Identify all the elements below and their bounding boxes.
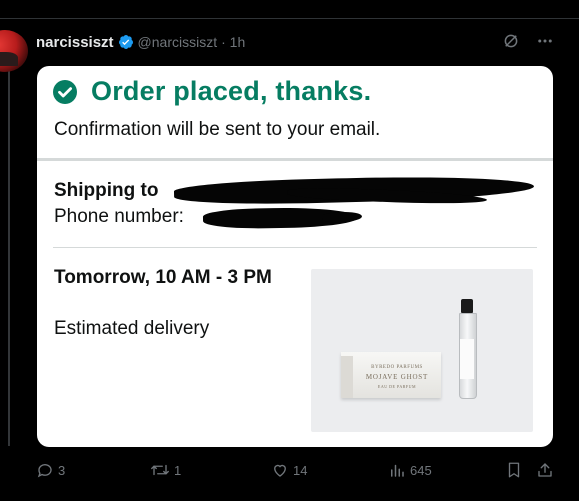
share-icon [538, 463, 552, 477]
perfume-vial [459, 299, 477, 399]
delivery-caption: Estimated delivery [54, 318, 210, 339]
like-count: 14 [293, 462, 308, 478]
previous-tweet-edge [0, 0, 579, 10]
reply-icon [37, 464, 52, 478]
order-title-row: Order placed, thanks. [53, 76, 371, 107]
timestamp[interactable]: · 1h [221, 34, 245, 50]
reply-button[interactable]: 3 [36, 461, 65, 479]
repost-count: 1 [174, 462, 182, 478]
redaction-mark [321, 210, 363, 224]
display-name[interactable]: narcissiszt [36, 34, 114, 51]
header-actions [501, 31, 555, 51]
view-count: 645 [410, 462, 432, 478]
views-button[interactable]: 645 [388, 461, 432, 479]
reply-count: 3 [58, 462, 66, 478]
avatar[interactable] [0, 30, 28, 72]
grok-icon[interactable] [501, 31, 521, 51]
bookmark-button[interactable] [505, 461, 523, 479]
phone-label: Phone number: [54, 206, 184, 227]
tweet-divider [0, 18, 579, 19]
heart-icon [274, 464, 286, 477]
tweet-header: narcissiszt @narcissiszt · 1h [36, 32, 245, 52]
product-name: MOJAVE GHOST [365, 373, 429, 381]
product-type: EAU DE PARFUM [377, 384, 417, 389]
order-title: Order placed, thanks. [91, 76, 372, 106]
tweet-actions: 3 1 14 645 [0, 459, 579, 485]
repost-icon [151, 464, 169, 476]
divider [53, 247, 537, 248]
verified-badge-icon [118, 34, 134, 50]
like-button[interactable]: 14 [271, 461, 307, 479]
shipping-label: Shipping to [54, 180, 159, 201]
thread-line [8, 66, 10, 446]
handle[interactable]: @narcissiszt [138, 34, 218, 50]
product-image: BYREDO PARFUMS MOJAVE GHOST EAU DE PARFU… [311, 269, 533, 432]
views-icon [391, 464, 404, 477]
check-circle-icon [53, 79, 77, 104]
bookmark-icon [508, 462, 520, 478]
repost-button[interactable]: 1 [150, 461, 181, 479]
share-button[interactable] [536, 461, 554, 479]
delivery-window: Tomorrow, 10 AM - 3 PM [54, 267, 272, 288]
divider [37, 158, 553, 161]
product-brand: BYREDO PARFUMS [371, 365, 423, 370]
more-icon[interactable] [535, 31, 555, 51]
order-confirmation-image[interactable]: Order placed, thanks. Confirmation will … [37, 66, 553, 447]
confirmation-text: Confirmation will be sent to your email. [54, 119, 381, 140]
perfume-box-side [341, 356, 353, 398]
